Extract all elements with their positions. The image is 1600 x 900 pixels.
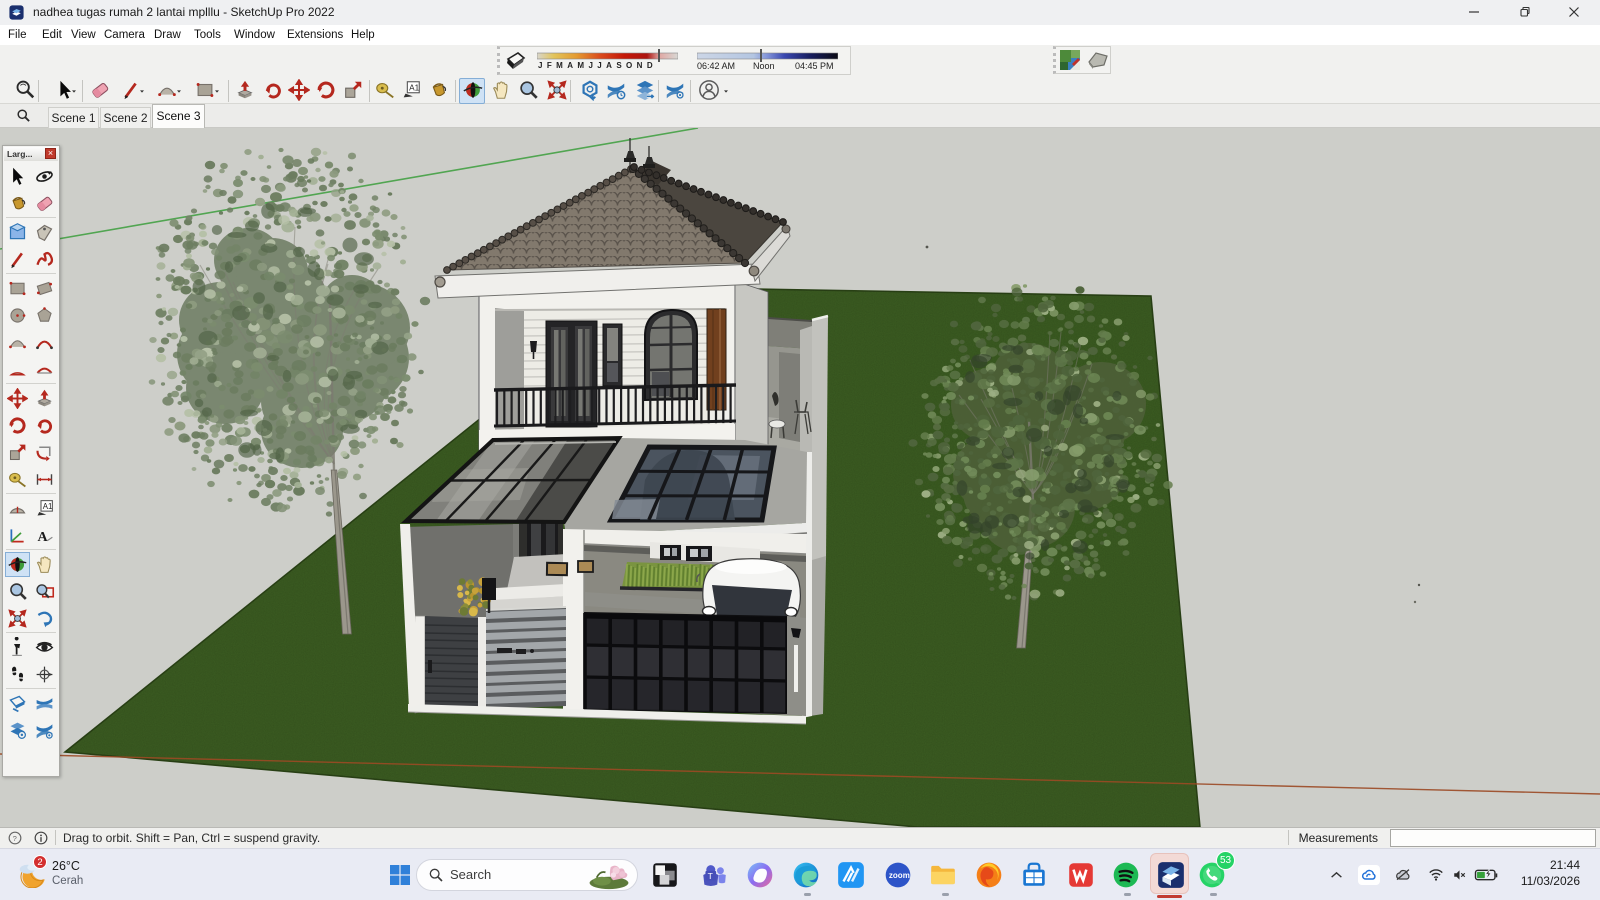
svg-text:A: A	[38, 530, 49, 545]
svg-text:A1: A1	[43, 502, 53, 511]
svg-text:T: T	[708, 871, 714, 881]
svg-text:?: ?	[13, 834, 17, 843]
svg-text:A1: A1	[409, 83, 420, 92]
svg-text:zoom: zoom	[889, 871, 910, 880]
